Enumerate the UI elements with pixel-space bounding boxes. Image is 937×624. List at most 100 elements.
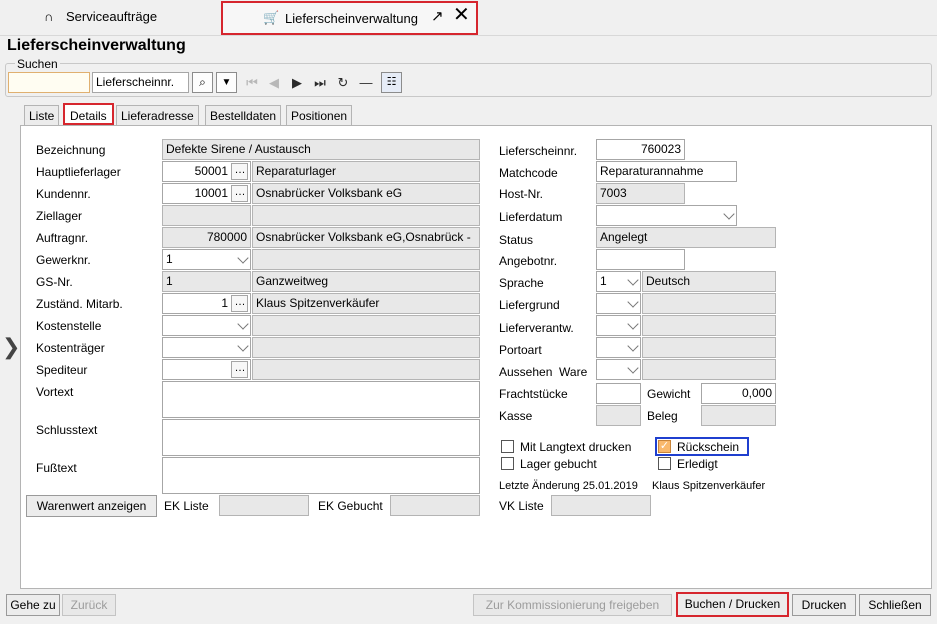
tab-positionen[interactable]: Positionen [286,105,353,125]
gehe-zu-button[interactable]: Gehe zu [6,594,60,616]
auftragnr-field[interactable]: 780000 [162,227,251,248]
hauptlieferlager-label: Hauptlieferlager [36,165,121,179]
chevron-down-icon [627,274,639,286]
filter-icon[interactable]: ▼ [216,72,237,93]
lager-gebucht-checkbox[interactable] [501,457,514,470]
gewerk-name [252,249,480,270]
kasse-field [596,405,641,426]
gewerknr-select[interactable]: 1 [162,249,251,270]
gsnr-field[interactable]: 1 [162,271,251,292]
hostnr-field: 7003 [596,183,685,204]
spediteur-lookup-button[interactable]: … [231,361,248,378]
kostenstelle-label: Kostenstelle [36,319,102,333]
tab-details[interactable]: Details [63,103,114,125]
drucken-button[interactable]: Drucken [792,594,856,616]
chevron-down-icon [627,362,639,374]
kostentraeger-label: Kostenträger [36,341,105,355]
page-title: Lieferscheinverwaltung [7,37,186,54]
status-label: Status [499,233,534,247]
prev-record-icon[interactable]: ◀ [264,72,284,93]
lieferdatum-label: Lieferdatum [499,210,563,224]
sprache-label: Sprache [499,276,544,290]
document-icon[interactable]: ☷ [381,72,402,93]
mitarbeiter-name: Klaus Spitzenverkäufer [252,293,480,314]
lager-gebucht-label: Lager gebucht [520,457,597,471]
aussehen-ware-select[interactable] [596,359,641,380]
next-record-icon[interactable]: ▶ [287,72,307,93]
gs-name: Ganzweitweg [252,271,480,292]
kommissionierung-button[interactable]: Zur Kommissionierung freigeben [473,594,672,616]
search-input[interactable] [8,72,90,93]
chevron-down-icon [627,340,639,352]
gewicht-field[interactable]: 0,000 [701,383,776,404]
angebotnr-field[interactable] [596,249,685,270]
search-icon[interactable]: ⌕ [192,72,213,93]
kunde-name: Osnabrücker Volksbank eG [252,183,480,204]
lieferverantw-select[interactable] [596,315,641,336]
ziellager-label: Ziellager [36,209,83,223]
search-label: Suchen [15,57,60,71]
vk-liste-field [551,495,651,516]
hauptlieferlager-lookup-button[interactable]: … [231,163,248,180]
lieferscheinnr-field[interactable]: 760023 [596,139,685,160]
kasse-label: Kasse [499,409,533,423]
kundennr-lookup-button[interactable]: … [231,185,248,202]
langtext-checkbox[interactable] [501,440,514,453]
kostentraeger-name [252,337,480,358]
ek-liste-field [219,495,309,516]
aussehen-ware-label: Aussehen Ware [499,365,588,379]
spediteur-name [252,359,480,380]
schliessen-button[interactable]: Schließen [859,594,931,616]
mitarbeiter-lookup-button[interactable]: … [231,295,248,312]
external-link-icon[interactable]: ↗ [431,7,444,25]
sprache-select[interactable]: 1 [596,271,641,292]
kostentraeger-select[interactable] [162,337,251,358]
ek-liste-label: EK Liste [164,499,209,513]
liefergrund-label: Liefergrund [499,298,560,312]
schlusstext-textarea[interactable] [162,419,480,456]
hauptlieferlager-name: Reparaturlager [252,161,480,182]
refresh-icon[interactable]: ↻ [333,72,353,93]
hostnr-label: Host-Nr. [499,187,544,201]
bezeichnung-field[interactable]: Defekte Sirene / Austausch [162,139,480,160]
aussehen-ware-name [642,359,776,380]
spediteur-label: Spediteur [36,363,88,377]
tab-liste[interactable]: Liste [24,105,60,125]
last-record-icon[interactable]: ⏭ [310,72,330,93]
tab-serviceauftraege[interactable]: ∩ Serviceaufträge [44,9,157,24]
kostenstelle-name [252,315,480,336]
tab-lieferadresse[interactable]: Lieferadresse [116,105,199,125]
tab-lieferscheinverwaltung[interactable]: 🛒 Lieferscheinverwaltung ↗ ✕ [221,1,478,35]
frachtstuecke-field[interactable] [596,383,641,404]
kostenstelle-select[interactable] [162,315,251,336]
fusstext-textarea[interactable] [162,457,480,494]
portoart-select[interactable] [596,337,641,358]
matchcode-label: Matchcode [499,166,558,180]
beleg-label: Beleg [647,409,678,423]
expand-sidebar-icon[interactable]: ❯ [2,334,20,360]
rueckschein-checkbox[interactable]: ✓ [658,440,671,453]
vk-liste-label: VK Liste [499,499,544,513]
schlusstext-label: Schlusstext [36,423,98,437]
chevron-down-icon [627,296,639,308]
vortext-textarea[interactable] [162,381,480,418]
lieferdatum-select[interactable] [596,205,737,226]
frachtstuecke-label: Frachtstücke [499,387,568,401]
warenwert-button[interactable]: Warenwert anzeigen [26,495,157,517]
minus-icon[interactable]: — [356,72,376,93]
ziellager-field[interactable] [162,205,251,226]
close-icon[interactable]: ✕ [453,5,470,25]
tab-bestelldaten[interactable]: Bestelldaten [205,105,282,125]
search-field-select[interactable]: Lieferscheinnr. [92,72,189,93]
ek-gebucht-label: EK Gebucht [318,499,383,513]
mitarbeiter-label: Zuständ. Mitarb. [36,297,123,311]
zurueck-button[interactable]: Zurück [62,594,116,616]
liefergrund-select[interactable] [596,293,641,314]
buchen-drucken-button[interactable]: Buchen / Drucken [676,592,789,617]
status-field: Angelegt [596,227,776,248]
fusstext-label: Fußtext [36,461,77,475]
matchcode-field[interactable]: Reparaturannahme [596,161,737,182]
beleg-field [701,405,776,426]
erledigt-checkbox[interactable] [658,457,671,470]
first-record-icon[interactable]: ⏮ [242,72,262,93]
